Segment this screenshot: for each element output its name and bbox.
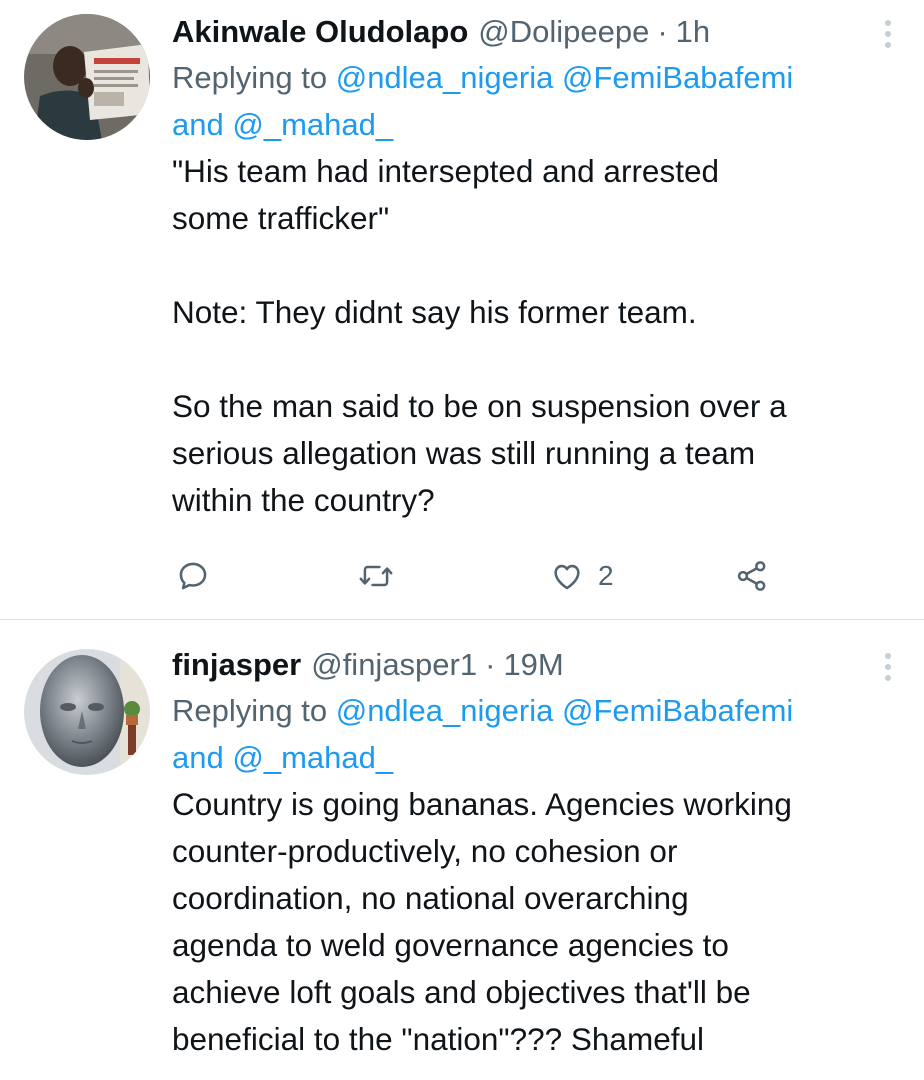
tweet[interactable]: finjasper @finjasper1 · 19M Replying to … <box>0 621 924 1080</box>
display-name[interactable]: Akinwale Oludolapo <box>172 10 468 54</box>
tweet-actions: 2 <box>172 548 792 604</box>
replying-prefix: Replying to <box>172 60 328 95</box>
tweet-text: "His team had intersepted and arrested s… <box>172 153 787 518</box>
replying-to: Replying to @ndlea_nigeria @FemiBabafemi… <box>172 687 894 781</box>
more-options-icon[interactable] <box>876 16 900 52</box>
mention-link[interactable]: @ndlea_nigeria <box>336 60 554 95</box>
separator: · <box>485 647 496 682</box>
like-button[interactable]: 2 <box>550 548 614 604</box>
user-handle[interactable]: @finjasper1 <box>311 643 477 687</box>
user-avatar[interactable] <box>24 14 150 140</box>
mention-conjunction: and <box>172 740 224 775</box>
retweet-button[interactable] <box>358 548 394 604</box>
mention-link[interactable]: @_mahad_ <box>232 740 393 775</box>
metallic-head-sculpture-avatar <box>24 649 150 775</box>
replying-to: Replying to @ndlea_nigeria @FemiBabafemi… <box>172 54 894 148</box>
reply-icon <box>179 562 207 590</box>
tweet-header: finjasper @finjasper1 · 19M <box>172 643 894 687</box>
mention-link[interactable]: @_mahad_ <box>232 107 393 142</box>
mention-link[interactable]: @FemiBabafemi <box>562 60 793 95</box>
mention-conjunction: and <box>172 107 224 142</box>
reply-button[interactable] <box>176 548 210 604</box>
mention-link[interactable]: @ndlea_nigeria <box>336 693 554 728</box>
tweet-text: Country is going bananas. Agencies worki… <box>172 786 792 1057</box>
tweet[interactable]: Akinwale Oludolapo @Dolipeepe · 1h Reply… <box>0 0 924 620</box>
mention-link[interactable]: @FemiBabafemi <box>562 693 793 728</box>
user-handle[interactable]: @Dolipeepe <box>478 10 649 54</box>
display-name[interactable]: finjasper <box>172 643 301 687</box>
retweet-icon <box>359 565 393 587</box>
timestamp[interactable]: 19M <box>503 643 563 687</box>
user-avatar[interactable] <box>24 649 150 775</box>
man-reading-newspaper-avatar <box>24 14 150 140</box>
share-icon <box>737 561 766 591</box>
share-button[interactable] <box>734 548 770 604</box>
more-options-icon[interactable] <box>876 649 900 685</box>
replying-prefix: Replying to <box>172 693 328 728</box>
like-count: 2 <box>598 560 614 591</box>
separator: · <box>657 14 668 49</box>
tweet-body: finjasper @finjasper1 · 19M Replying to … <box>172 643 894 1063</box>
tweet-body: Akinwale Oludolapo @Dolipeepe · 1h Reply… <box>172 10 894 524</box>
timestamp[interactable]: 1h <box>676 10 710 54</box>
tweet-header: Akinwale Oludolapo @Dolipeepe · 1h <box>172 10 894 54</box>
heart-icon <box>554 564 580 590</box>
